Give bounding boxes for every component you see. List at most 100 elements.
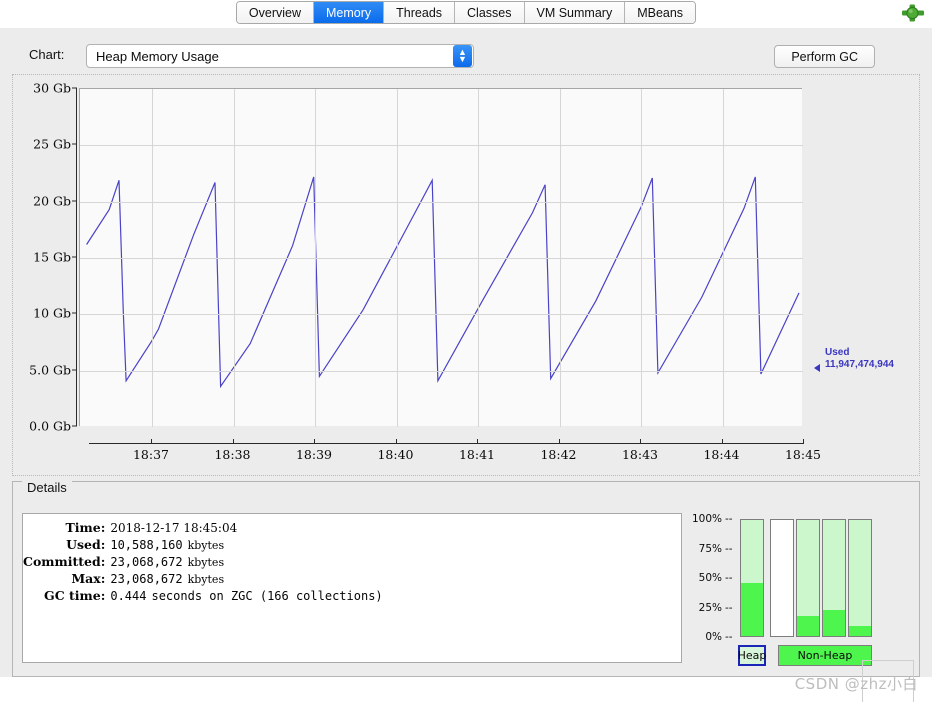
details-row-value: 10,588,160 kbytes [110,537,382,554]
details-row: Used: 10,588,160 kbytes [23,537,383,554]
details-row-unit: seconds on ZGC (166 collections) [151,589,383,603]
x-axis-tick-label: 18:43 [621,447,659,462]
x-axis-tick-mark [395,439,397,444]
details-text-area[interactable]: Time: 2018-12-17 18:45:04 Used: 10,588,160 k… [22,513,682,663]
details-legend: Details [22,480,72,495]
chart-select[interactable]: Heap Memory Usage ▲ ▼ [86,44,474,68]
memory-pool-bar[interactable] [822,519,846,637]
gridline-vertical [152,89,153,427]
gridline-horizontal [80,371,803,372]
pool-axis-label: 75% [698,542,722,555]
details-row-key: Used: [66,537,106,552]
gridline-vertical [234,89,235,427]
x-axis-tick-mark [477,439,478,444]
x-axis-tick-mark [558,439,560,444]
gridline-horizontal [80,202,803,203]
pool-axis-dash: -- [725,513,733,525]
memory-pool-bar[interactable] [740,519,764,637]
details-row-value-text: 2018-12-17 18:45:04 [110,521,238,535]
plot-area[interactable] [79,88,803,427]
pool-axis-dash: -- [725,572,733,584]
x-axis-tick-label: 18:40 [377,447,414,462]
y-axis-tick-label: 30 Gb [33,80,71,96]
gridline-horizontal [80,314,803,315]
x-axis-tick-label: 18:37 [132,447,170,462]
memory-pool-bar-fill [741,582,763,636]
pool-axis-dash: -- [725,542,733,555]
details-row-value: 23,068,672 kbytes [110,554,382,571]
pool-axis-label: 25% [698,601,722,614]
memory-pool-bar[interactable] [848,519,872,637]
details-row-value-text: 10,588,160 [110,538,183,552]
y-axis-tick-label: 25 Gb [33,136,71,152]
x-axis-tick-mark [721,439,723,444]
details-row-key: Max: [71,571,106,586]
tab-bar: Overview Memory Threads Classes VM Summary MB… [0,0,932,28]
x-axis-tick-label: 18:45 [784,447,822,462]
chart-y-axis: 0.0 Gb 5.0 Gb 10 Gb 15 Gb 20 Gb 25 Gb 30 Gb [13,75,79,434]
details-row-value-text: 23,068,672 [110,572,183,586]
series-marker-icon [814,364,820,372]
pool-axis-label: 100% [691,513,722,525]
tab-threads[interactable]: Threads [384,2,456,23]
plot-inner [80,89,803,427]
details-table: Time: 2018-12-17 18:45:04 Used: 10,588,160 k… [23,520,383,605]
x-axis-tick-label: 18:41 [458,447,496,462]
green-expand-icon[interactable] [900,3,926,23]
gridline-horizontal [80,145,803,146]
tab-overview[interactable]: Overview [236,2,315,23]
memory-pool-bar[interactable] [796,519,820,637]
details-row: GC time: 0.444 seconds on ZGC (166 collect… [23,588,383,605]
details-row-value-text: 0.444 [110,589,147,603]
memory-pool-bar-track [849,520,871,636]
bottom-strip [0,677,932,710]
x-axis-tick-label: 18:42 [540,447,577,462]
pool-axis-dash: -- [725,631,733,643]
y-axis-line [76,88,77,426]
series-annotation-name: Used [825,347,850,358]
tab-mbeans[interactable]: MBeans [625,2,696,23]
series-annotation-value: 11,947,474,944 [825,359,894,370]
memory-pool-chart: 100% -- 75% -- 50% -- 25% -- 0% -- Heap Non-Heap [690,513,905,666]
memory-pool-bar-fill [823,610,845,636]
jconsole-window: Overview Memory Threads Classes VM Summary MB… [0,0,932,710]
gridline-vertical [641,89,642,427]
gridline-vertical [723,89,724,427]
tab-classes[interactable]: Classes [455,2,525,23]
x-axis-tick-label: 18:39 [295,447,333,462]
gridline-vertical [315,89,316,427]
x-axis-tick-mark [314,439,315,444]
series-line-used [86,176,800,389]
details-row: Max: 23,068,672 kbytes [23,571,383,588]
details-row: Committed: 23,068,672 kbytes [23,554,383,571]
pool-axis-label: 50% [698,572,722,584]
details-row-key: GC time: [44,588,106,603]
series-annotation: Used 11,947,474,944 [825,347,894,371]
y-axis-tick-label: 5.0 Gb [29,362,71,378]
details-row-value-text: 23,068,672 [110,555,183,569]
details-row: Time: 2018-12-17 18:45:04 [23,520,383,537]
details-row-key: Time: [65,520,106,535]
nonheap-pool-button[interactable]: Non-Heap [778,645,872,666]
heap-pool-button[interactable]: Heap [738,645,766,666]
memory-pool-bar[interactable] [770,519,794,637]
details-row-value: 0.444 seconds on ZGC (166 collections) [110,588,382,605]
details-row-unit: kbytes [187,573,225,586]
gridline-vertical [397,89,398,427]
chart-panel: 0.0 Gb 5.0 Gb 10 Gb 15 Gb 20 Gb 25 Gb 30 Gb 18… [12,74,920,476]
x-axis-tick-label: 18:44 [703,447,740,462]
pool-axis-label: 0% [705,631,722,643]
x-axis-tick-label: 18:38 [214,447,251,462]
x-axis-line [89,443,803,444]
memory-pool-bar-fill [797,616,819,636]
y-axis-tick-label: 10 Gb [33,305,71,321]
chart-label: Chart: [29,47,65,62]
tab-vm-summary[interactable]: VM Summary [524,2,626,23]
details-row-unit: kbytes [187,539,225,552]
gridline-horizontal [80,258,803,259]
chart-select-value: Heap Memory Usage [96,48,219,64]
tab-memory[interactable]: Memory [314,2,385,23]
chevron-updown-icon: ▲ ▼ [453,45,472,67]
perform-gc-button[interactable]: Perform GC [774,45,875,68]
x-axis-tick-mark [803,439,804,444]
